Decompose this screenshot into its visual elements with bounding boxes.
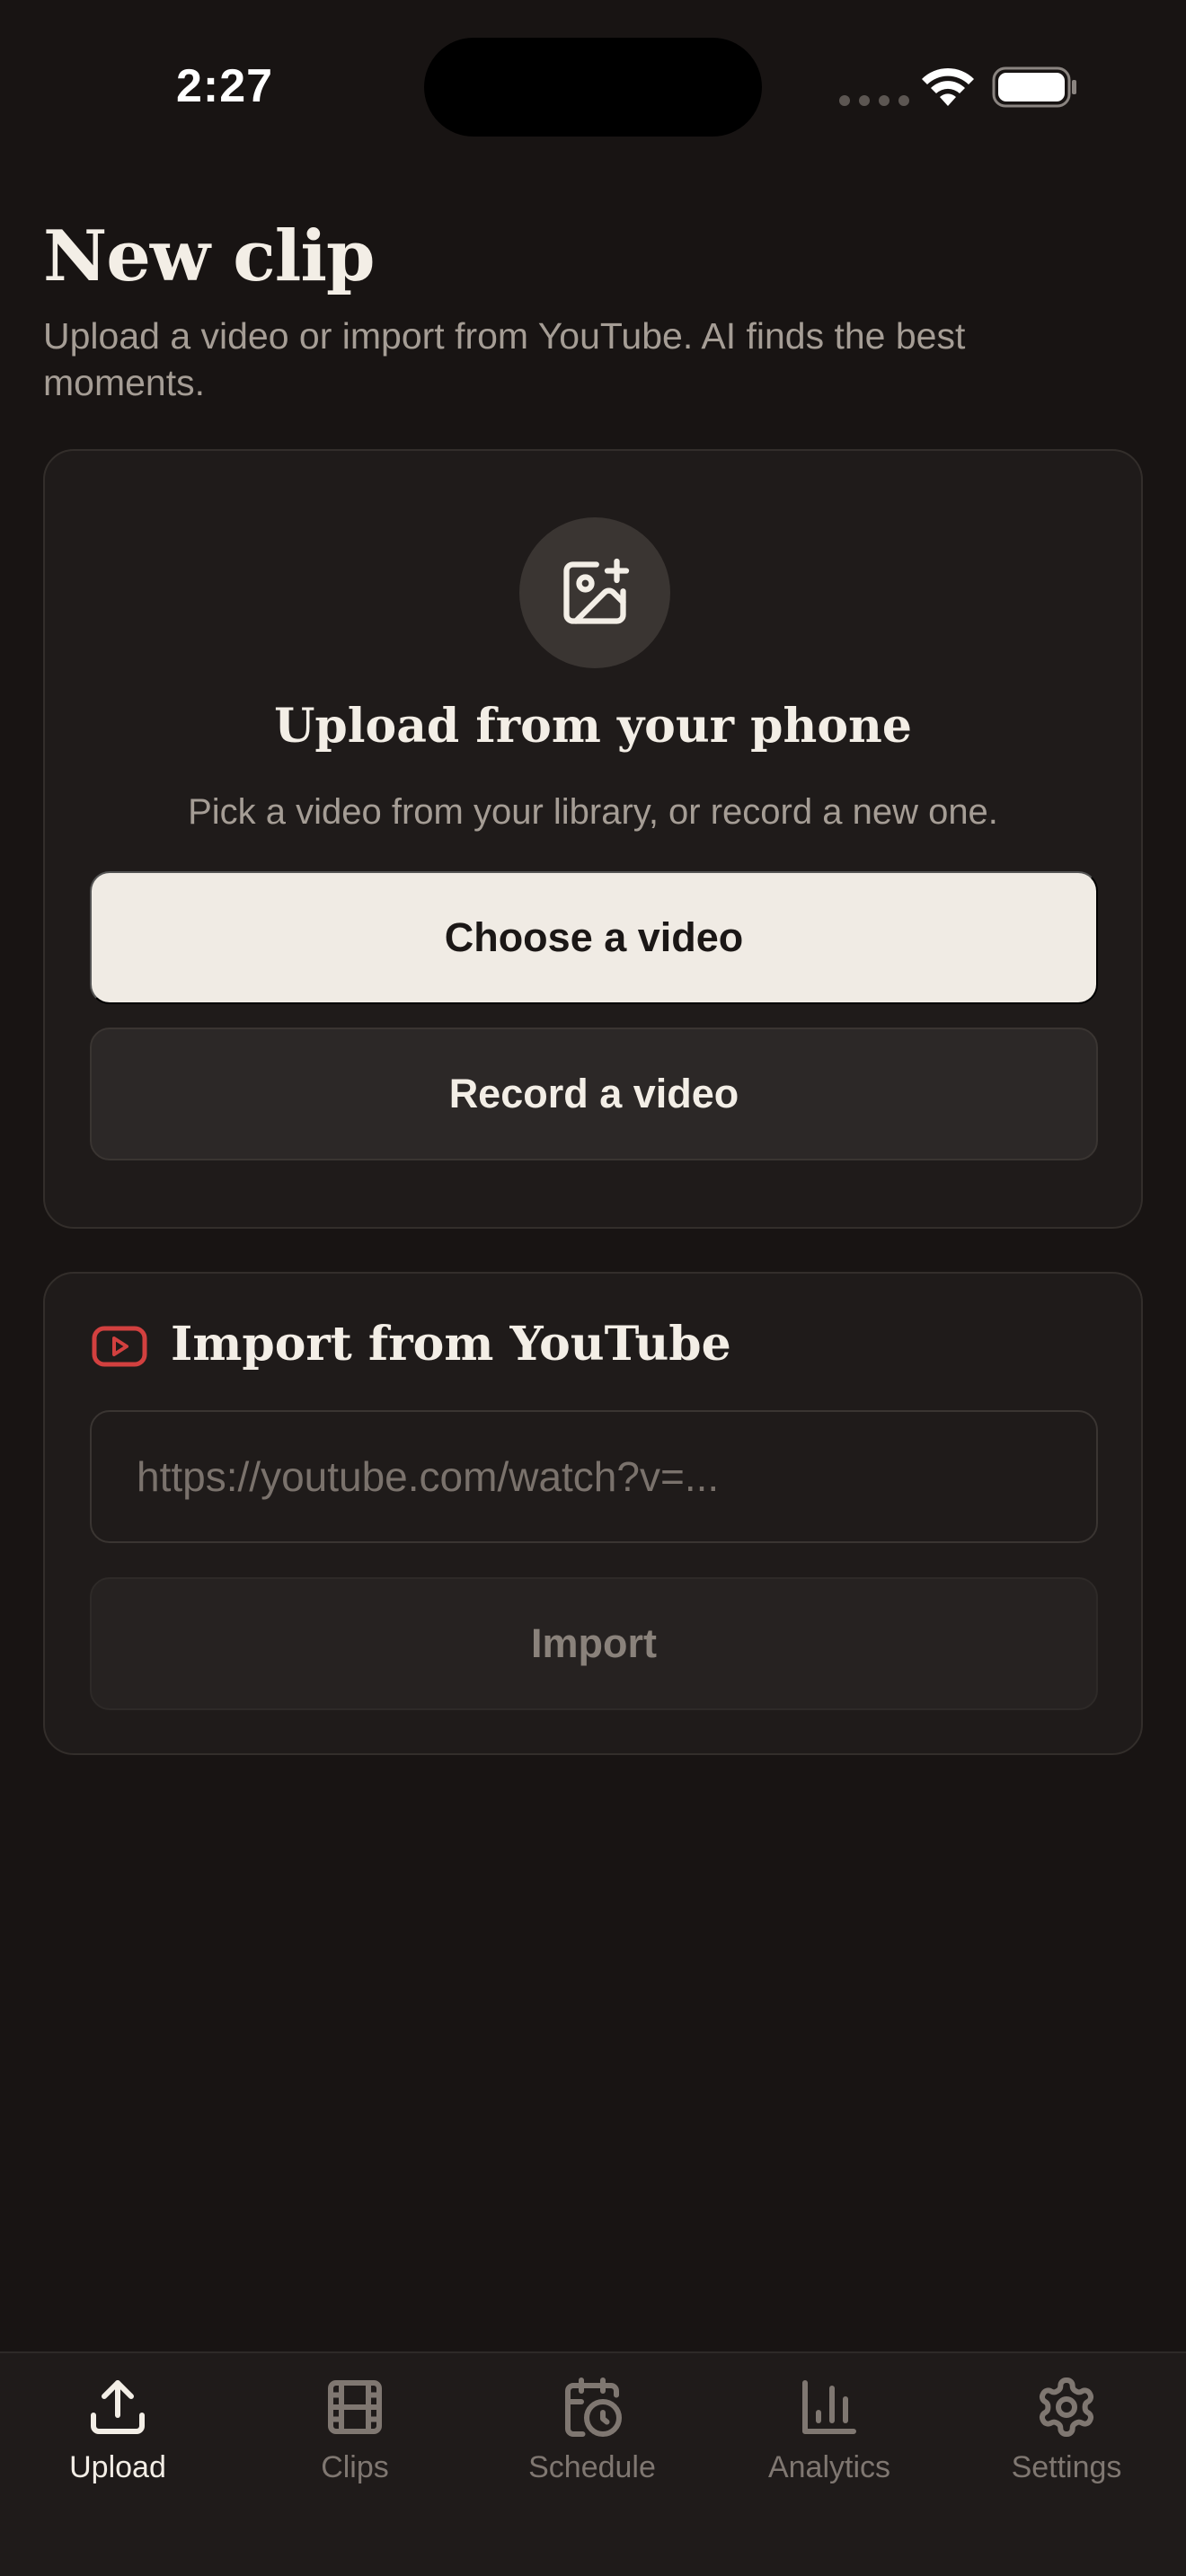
record-video-button[interactable]: Record a video xyxy=(90,1028,1098,1160)
tab-bar: Upload Clips Schedule Analytics Settings xyxy=(0,2351,1186,2576)
status-time: 2:27 xyxy=(176,60,274,112)
youtube-icon xyxy=(92,1326,147,1367)
image-plus-icon xyxy=(519,517,670,668)
tab-analytics[interactable]: Analytics xyxy=(721,2375,937,2510)
tab-settings[interactable]: Settings xyxy=(959,2375,1174,2510)
film-icon xyxy=(328,2380,382,2434)
upload-description: Pick a video from your library, or recor… xyxy=(188,792,998,832)
gear-icon xyxy=(1039,2378,1094,2437)
page-subtitle: Upload a video or import from YouTube. A… xyxy=(43,315,966,403)
tab-upload[interactable]: Upload xyxy=(10,2375,226,2510)
upload-icon xyxy=(91,2380,145,2434)
youtube-heading: Import from YouTube xyxy=(171,1317,731,1372)
tab-label: Clips xyxy=(321,2450,389,2484)
tab-clips[interactable]: Clips xyxy=(247,2375,463,2510)
battery-icon xyxy=(992,66,1076,108)
upload-card: Upload from your phone Pick a video from… xyxy=(43,449,1143,1229)
wifi-icon xyxy=(922,67,974,106)
cellular-signal-icon xyxy=(839,95,909,106)
tab-schedule[interactable]: Schedule xyxy=(484,2375,700,2510)
new-clip-screen: 2:27 New clip Upload a video or import f… xyxy=(0,0,1186,2576)
dynamic-island xyxy=(424,38,762,137)
upload-heading: Upload from your phone xyxy=(274,699,912,754)
bar-chart-icon xyxy=(802,2380,856,2434)
tab-label: Schedule xyxy=(528,2450,656,2484)
tab-label: Settings xyxy=(1011,2450,1122,2484)
youtube-import-card: Import from YouTube Import xyxy=(43,1272,1143,1755)
youtube-url-input[interactable] xyxy=(90,1410,1098,1543)
tab-label: Analytics xyxy=(767,2450,891,2484)
import-button[interactable]: Import xyxy=(90,1577,1098,1710)
calendar-clock-icon xyxy=(565,2378,622,2437)
choose-video-button[interactable]: Choose a video xyxy=(90,871,1098,1004)
tab-label: Upload xyxy=(69,2450,166,2484)
page-title: New clip xyxy=(43,216,376,297)
